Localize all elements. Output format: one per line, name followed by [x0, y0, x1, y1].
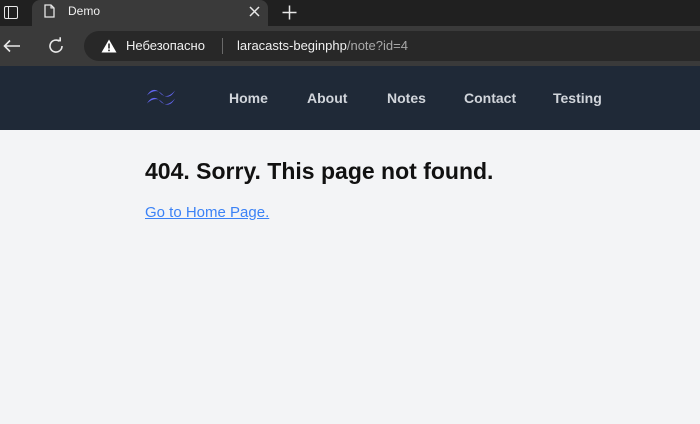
- nav-link-notes[interactable]: Notes: [387, 90, 426, 106]
- back-button[interactable]: [0, 35, 24, 57]
- address-bar[interactable]: Небезопасно laracasts-beginphp/note?id=4: [84, 31, 700, 61]
- address-bar-divider: [222, 38, 223, 54]
- security-status-label[interactable]: Небезопасно: [126, 38, 205, 53]
- tab-actions-icon: [4, 5, 18, 19]
- close-icon: [248, 5, 260, 17]
- plus-icon: [282, 5, 296, 19]
- new-tab-button[interactable]: [278, 1, 300, 23]
- browser-tab-strip: Demo: [0, 0, 700, 26]
- browser-toolbar: Небезопасно laracasts-beginphp/note?id=4: [0, 26, 700, 66]
- url-text[interactable]: laracasts-beginphp/note?id=4: [237, 38, 408, 53]
- browser-tab-active[interactable]: Demo: [32, 0, 268, 26]
- url-path: /note?id=4: [346, 38, 408, 53]
- tailwind-logo-icon[interactable]: [145, 86, 177, 108]
- refresh-icon: [49, 37, 63, 53]
- site-navbar: Home About Notes Contact Testing: [0, 66, 700, 130]
- page-title: 404. Sorry. This page not found.: [145, 158, 494, 184]
- tab-actions-button[interactable]: [0, 0, 22, 24]
- home-page-link[interactable]: Go to Home Page.: [145, 204, 269, 221]
- nav-link-home[interactable]: Home: [229, 90, 268, 106]
- nav-link-about[interactable]: About: [307, 90, 347, 106]
- document-icon: [44, 4, 55, 18]
- url-host: laracasts-beginphp: [237, 38, 347, 53]
- tab-close-button[interactable]: [246, 3, 262, 19]
- nav-link-contact[interactable]: Contact: [464, 90, 516, 106]
- tab-title: Demo: [68, 4, 101, 18]
- refresh-button[interactable]: [44, 35, 68, 57]
- arrow-left-icon: [3, 39, 20, 53]
- nav-link-testing[interactable]: Testing: [553, 90, 602, 106]
- main-content: 404. Sorry. This page not found. Go to H…: [145, 154, 665, 222]
- warning-icon[interactable]: [101, 39, 117, 53]
